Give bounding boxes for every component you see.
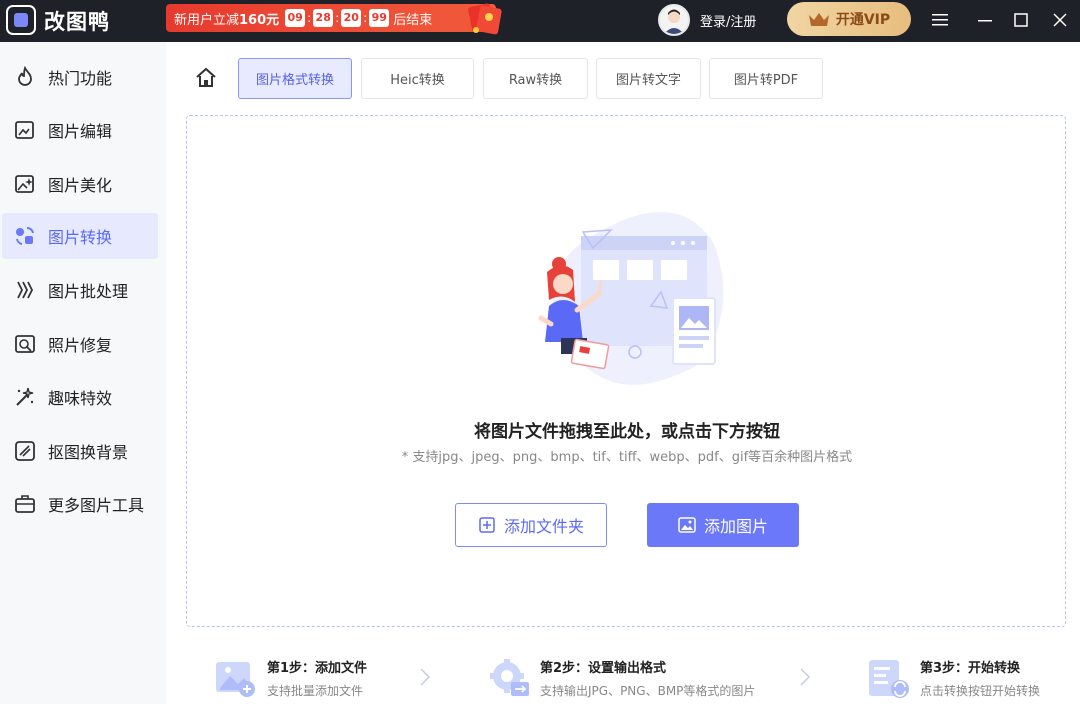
avatar[interactable] [658,4,690,36]
step-3-title: 第3步：开始转换 [920,661,1021,676]
chevron-right-icon [420,668,431,686]
image-beautify-icon [15,175,34,193]
drop-title: 将图片文件拖拽至此处，或点击下方按钮 [474,422,780,442]
sidebar-item-batch[interactable]: 图片批处理 [2,267,158,313]
step-2-desc: 支持输出JPG、PNG、BMP等格式的图片 [540,684,756,698]
add-folder-button[interactable]: 添加文件夹 [455,503,607,547]
sidebar-item-beautify[interactable]: 图片美化 [2,161,158,207]
maximize-icon[interactable] [1009,8,1033,32]
sidebar-item-hot[interactable]: 热门功能 [2,54,158,100]
upload-illustration [538,212,724,385]
tab-image-to-text[interactable]: 图片转文字 [596,58,701,99]
sidebar-item-cutout[interactable]: 抠图换背景 [2,428,158,474]
login-register-link[interactable]: 登录/注册 [700,11,756,30]
step-2: 第2步：设置输出格式 支持输出JPG、PNG、BMP等格式的图片 [487,652,787,704]
supported-formats-text: * 支持jpg、jpeg、png、bmp、tif、tiff、webp、pdf、g… [401,450,853,465]
promo-banner[interactable]: 新用户立减160元 09: 28: 20: 99 后结束 [166,3,502,35]
settings-step-icon [490,659,529,696]
cutout-icon [15,441,35,461]
step-3-desc: 点击转换按钮开始转换 [920,684,1041,698]
sidebar: 热门功能 图片编辑 图片美化 图片转换 图片批处理 照片修复 趣味特效 抠图换背… [0,42,166,704]
batch-icon [17,281,34,299]
step-1: 第1步：添加文件 支持批量添加文件 [214,652,414,704]
open-vip-button[interactable]: 开通VIP [787,2,911,36]
menu-icon[interactable] [928,8,952,32]
tab-heic-convert[interactable]: Heic转换 [361,58,474,99]
tab-raw-convert[interactable]: Raw转换 [483,58,588,99]
promo-text: 新用户立减160元 [174,12,280,28]
home-icon[interactable] [194,66,218,90]
sidebar-item-edit[interactable]: 图片编辑 [2,107,158,153]
app-logo-icon [6,5,36,35]
magic-icon [16,387,34,406]
start-convert-step-icon [869,660,909,698]
red-envelope-icon [468,3,502,35]
sidebar-item-repair[interactable]: 照片修复 [2,321,158,367]
add-image-button[interactable]: 添加图片 [647,503,799,547]
toolbox-icon [15,495,35,513]
tab-image-to-pdf[interactable]: 图片转PDF [709,58,823,99]
step-1-title: 第1步：添加文件 [267,661,368,676]
app-name: 改图鸭 [44,10,110,34]
chevron-right-icon [800,668,811,686]
title-bar: 改图鸭 新用户立减160元 09: 28: 20: 99 后结束 登录/注册 开… [0,0,1080,42]
image-edit-icon [15,121,34,139]
image-convert-icon [16,226,34,245]
photo-repair-icon [15,335,35,353]
countdown-timer: 09: 28: 20: 99 [285,9,390,27]
sidebar-item-more-tools[interactable]: 更多图片工具 [2,481,158,527]
add-file-step-icon [216,662,255,697]
step-2-title: 第2步：设置输出格式 [540,661,667,676]
file-drop-zone[interactable]: 将图片文件拖拽至此处，或点击下方按钮 * 支持jpg、jpeg、png、bmp、… [186,115,1066,627]
image-icon [678,517,696,533]
sidebar-item-effects[interactable]: 趣味特效 [2,374,158,420]
add-folder-icon [479,517,495,533]
crown-icon [808,13,829,26]
minimize-icon[interactable] [973,8,997,32]
sidebar-item-convert[interactable]: 图片转换 [2,213,158,259]
close-icon[interactable] [1048,8,1072,32]
tab-format-convert[interactable]: 图片格式转换 [238,58,352,99]
fire-icon [18,66,32,86]
step-1-desc: 支持批量添加文件 [267,684,364,698]
promo-end-text: 后结束 [393,12,433,28]
step-3: 第3步：开始转换 点击转换按钮开始转换 [867,652,1057,704]
